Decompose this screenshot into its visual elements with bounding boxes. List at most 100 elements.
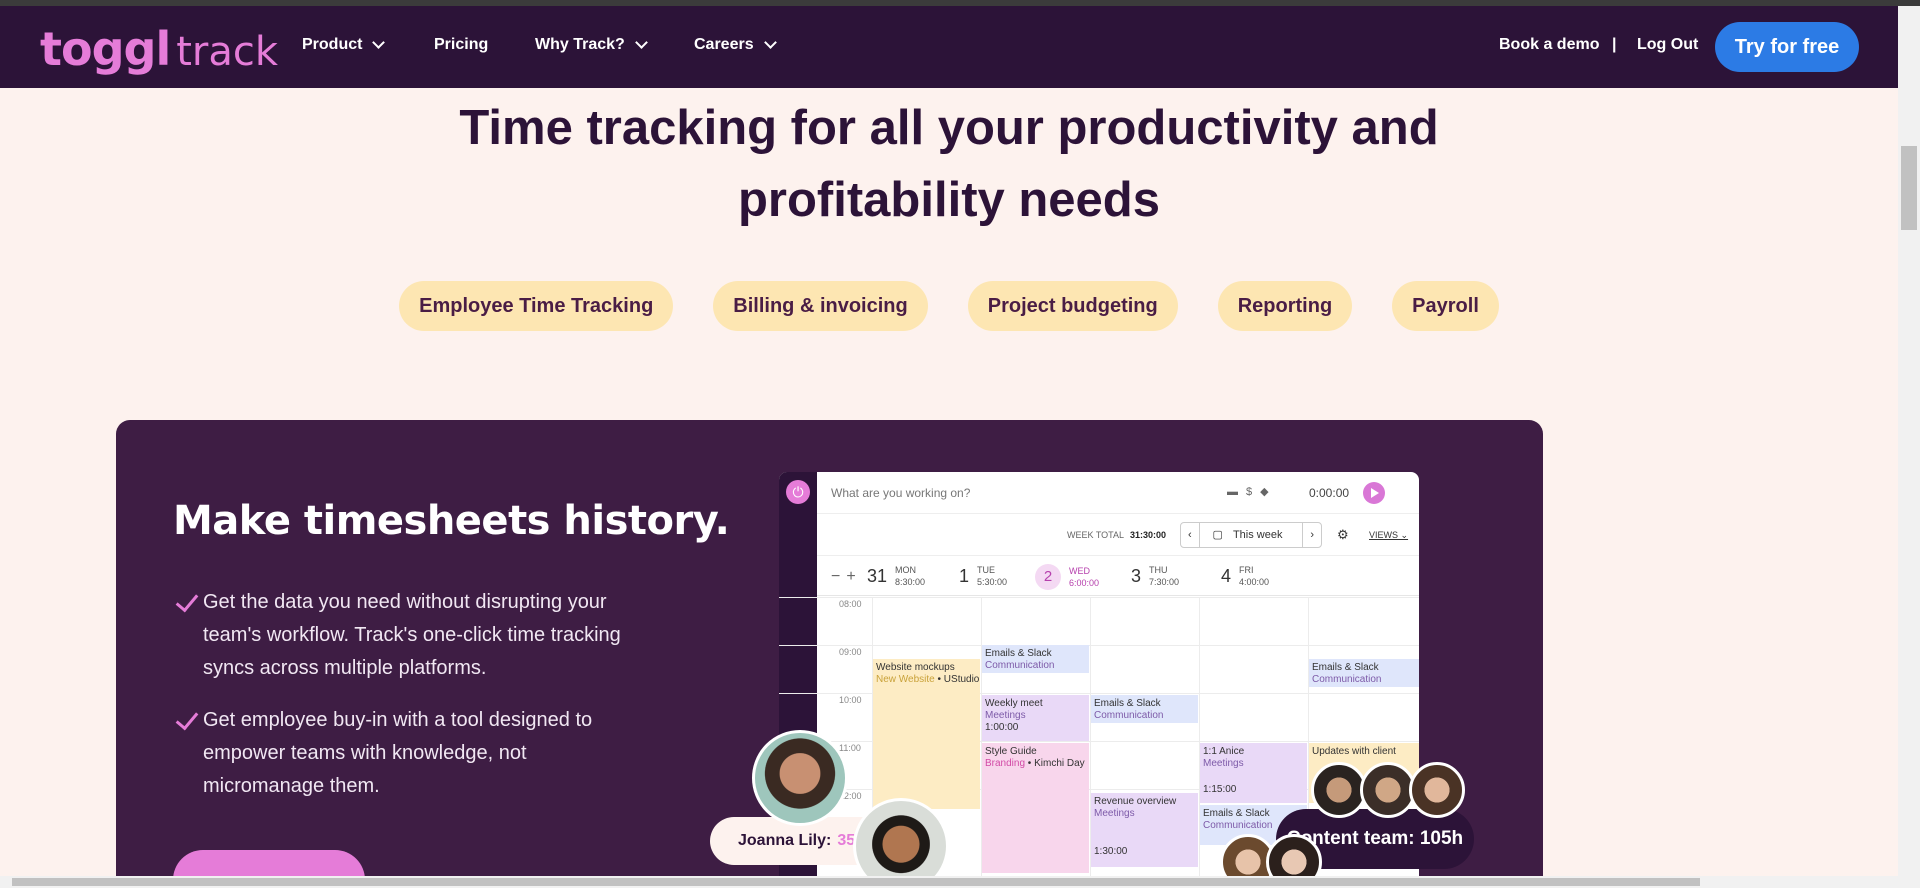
avatar — [1311, 762, 1367, 818]
book-demo-link[interactable]: Book a demo — [1499, 36, 1599, 54]
title-line-2: profitability needs — [737, 173, 1160, 227]
day-number: 1 — [959, 565, 970, 586]
time-entry: Emails & Slack Communication — [1091, 695, 1198, 723]
chevron-down-icon — [634, 36, 648, 49]
entry-duration: 1:00:00 — [985, 722, 1019, 733]
day-total: 6:00:00 — [1069, 578, 1100, 588]
play-icon — [1363, 482, 1385, 504]
time-entry: 1:1 Anice Meetings 1:15:00 — [1200, 743, 1307, 803]
day-column-header: 3 THU 7:30:00 — [1131, 564, 1179, 588]
hour-line — [779, 597, 1419, 598]
day-number: 3 — [1131, 565, 1142, 586]
week-navigator: ‹ ▢ This week › — [1180, 522, 1322, 548]
entry-title: Style Guide — [985, 746, 1037, 757]
bullet-text: Get employee buy-in with a tool designed… — [203, 709, 593, 797]
project-tag-billable-icons: ▬$◆ — [1227, 486, 1277, 498]
nav-item-careers[interactable]: Careers — [694, 36, 777, 54]
entry-title: Website mockups — [876, 662, 955, 673]
time-entry: Emails & Slack Communication — [1309, 659, 1419, 687]
avatar — [1360, 762, 1416, 818]
chevron-left-icon: ‹ — [1188, 529, 1192, 541]
chevron-down-icon — [763, 36, 777, 49]
week-selector: ▢ This week — [1198, 523, 1304, 547]
vertical-scrollbar-thumb[interactable] — [1901, 146, 1917, 230]
check-icon — [173, 704, 203, 803]
log-out-link[interactable]: Log Out — [1637, 36, 1698, 54]
pill-reporting[interactable]: Reporting — [1217, 281, 1353, 331]
day-number: 31 — [867, 565, 888, 586]
entry-project: Communication — [1312, 674, 1382, 685]
try-for-free-button[interactable]: Try for free — [1715, 22, 1859, 72]
entry-title: Revenue overview — [1094, 796, 1177, 807]
entry-client: UStudio — [943, 674, 980, 685]
entry-title: Updates with client — [1312, 746, 1396, 757]
entry-title: Weekly meet — [985, 698, 1043, 709]
feature-bullet: Get the data you need without disrupting… — [173, 586, 623, 685]
zoom-controls: −+ — [831, 568, 862, 585]
hour-label: 11:00 — [839, 743, 861, 753]
nav-item-label: Careers — [694, 36, 754, 53]
entry-project: Meetings — [1203, 758, 1244, 769]
card-title: Make timesheets history. — [173, 498, 730, 544]
day-column-header-today: 2 WED 6:00:00 — [1035, 564, 1099, 590]
day-name: FRI — [1239, 565, 1254, 575]
feature-bullet: Get employee buy-in with a tool designed… — [173, 704, 623, 803]
nav-item-product[interactable]: Product — [302, 36, 386, 54]
horizontal-scrollbar-thumb[interactable] — [12, 878, 1700, 886]
calendar-toolbar: WEEK TOTAL 31:30:00 ‹ ▢ This week › ⚙ VIE… — [817, 514, 1419, 556]
entry-duration: 1:30:00 — [1094, 846, 1128, 857]
week-selector-label: This week — [1232, 529, 1283, 541]
day-name: TUE — [977, 565, 996, 575]
hour-label: 10:00 — [839, 695, 862, 705]
joanna-name: Joanna Lily: — [738, 832, 832, 849]
feature-card: Make timesheets history. Get the data yo… — [116, 420, 1543, 888]
day-column-header: 4 FRI 4:00:00 — [1221, 564, 1269, 588]
hour-label: 09:00 — [839, 647, 862, 657]
day-number: 4 — [1221, 565, 1232, 586]
entry-project: Communication — [985, 660, 1055, 671]
week-total-label: WEEK TOTAL — [1067, 530, 1125, 540]
entry-project: Meetings — [1094, 808, 1135, 819]
chevron-right-icon: › — [1310, 529, 1314, 541]
timer-bar: What are you working on? ▬$◆ 0:00:00 — [817, 472, 1419, 514]
time-entry: Revenue overview Meetings 1:30:00 — [1091, 793, 1198, 867]
entry-title: Emails & Slack — [985, 648, 1052, 659]
toggl-track-logo[interactable]: toggl track — [40, 22, 278, 76]
chevron-down-icon — [372, 36, 386, 49]
time-entry: Emails & Slack Communication — [982, 645, 1089, 673]
entry-client: Kimchi Day — [1034, 758, 1085, 769]
feature-pills: Employee Time Tracking Billing & invoici… — [0, 281, 1898, 331]
avatar — [853, 798, 949, 888]
pill-payroll[interactable]: Payroll — [1392, 281, 1499, 331]
check-icon — [173, 586, 203, 685]
power-icon: ⏻ — [786, 480, 810, 504]
pill-employee-time-tracking[interactable]: Employee Time Tracking — [399, 281, 674, 331]
avatar — [752, 730, 848, 826]
hour-label: 08:00 — [839, 599, 862, 609]
hour-line — [779, 645, 1419, 646]
day-total: 5:30:00 — [977, 577, 1008, 587]
time-entry: Weekly meet Meetings 1:00:00 — [982, 695, 1089, 741]
week-total: WEEK TOTAL 31:30:00 — [1067, 530, 1166, 540]
day-name: WED — [1069, 566, 1090, 576]
day-column-header: 31 MON 8:30:00 — [867, 564, 925, 588]
entry-project: Meetings — [985, 710, 1026, 721]
pill-project-budgeting[interactable]: Project budgeting — [967, 281, 1178, 331]
time-entry: Website mockups New Website • UStudio — [873, 659, 980, 809]
time-entry: Style Guide Branding • Kimchi Day — [982, 743, 1089, 873]
nav-item-pricing[interactable]: Pricing — [434, 36, 488, 54]
pill-billing-invoicing[interactable]: Billing & invoicing — [713, 281, 928, 331]
timer-display: 0:00:00 — [1309, 486, 1350, 500]
day-total: 4:00:00 — [1239, 577, 1270, 587]
nav-item-label: Why Track? — [535, 36, 625, 53]
entry-title: Emails & Slack — [1094, 698, 1161, 709]
week-total-value: 31:30:00 — [1130, 530, 1167, 540]
page-title: Time tracking for all your productivity … — [0, 92, 1898, 236]
logo-text: toggl — [40, 22, 171, 76]
nav-item-why-track[interactable]: Why Track? — [535, 36, 648, 54]
day-total: 7:30:00 — [1149, 577, 1180, 587]
day-number: 2 — [1035, 564, 1061, 590]
vertical-scrollbar[interactable] — [1898, 6, 1920, 888]
entry-title: Emails & Slack — [1312, 662, 1379, 673]
gear-icon: ⚙ — [1337, 527, 1349, 542]
